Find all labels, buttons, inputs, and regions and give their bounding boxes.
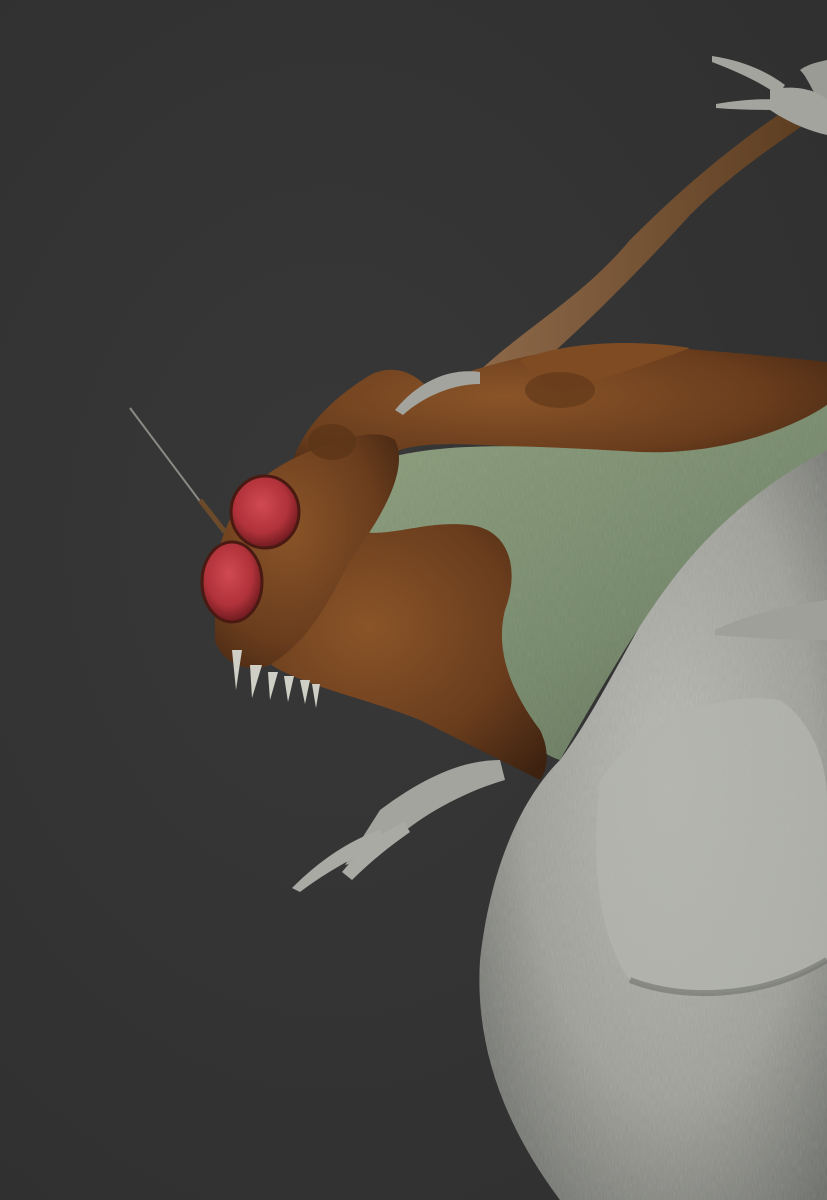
sculpt-viewport[interactable] bbox=[0, 0, 827, 1200]
front-limb bbox=[292, 760, 505, 892]
creature-render bbox=[129, 56, 827, 1200]
brow-ridge bbox=[308, 424, 356, 460]
antenna-base bbox=[198, 498, 227, 534]
